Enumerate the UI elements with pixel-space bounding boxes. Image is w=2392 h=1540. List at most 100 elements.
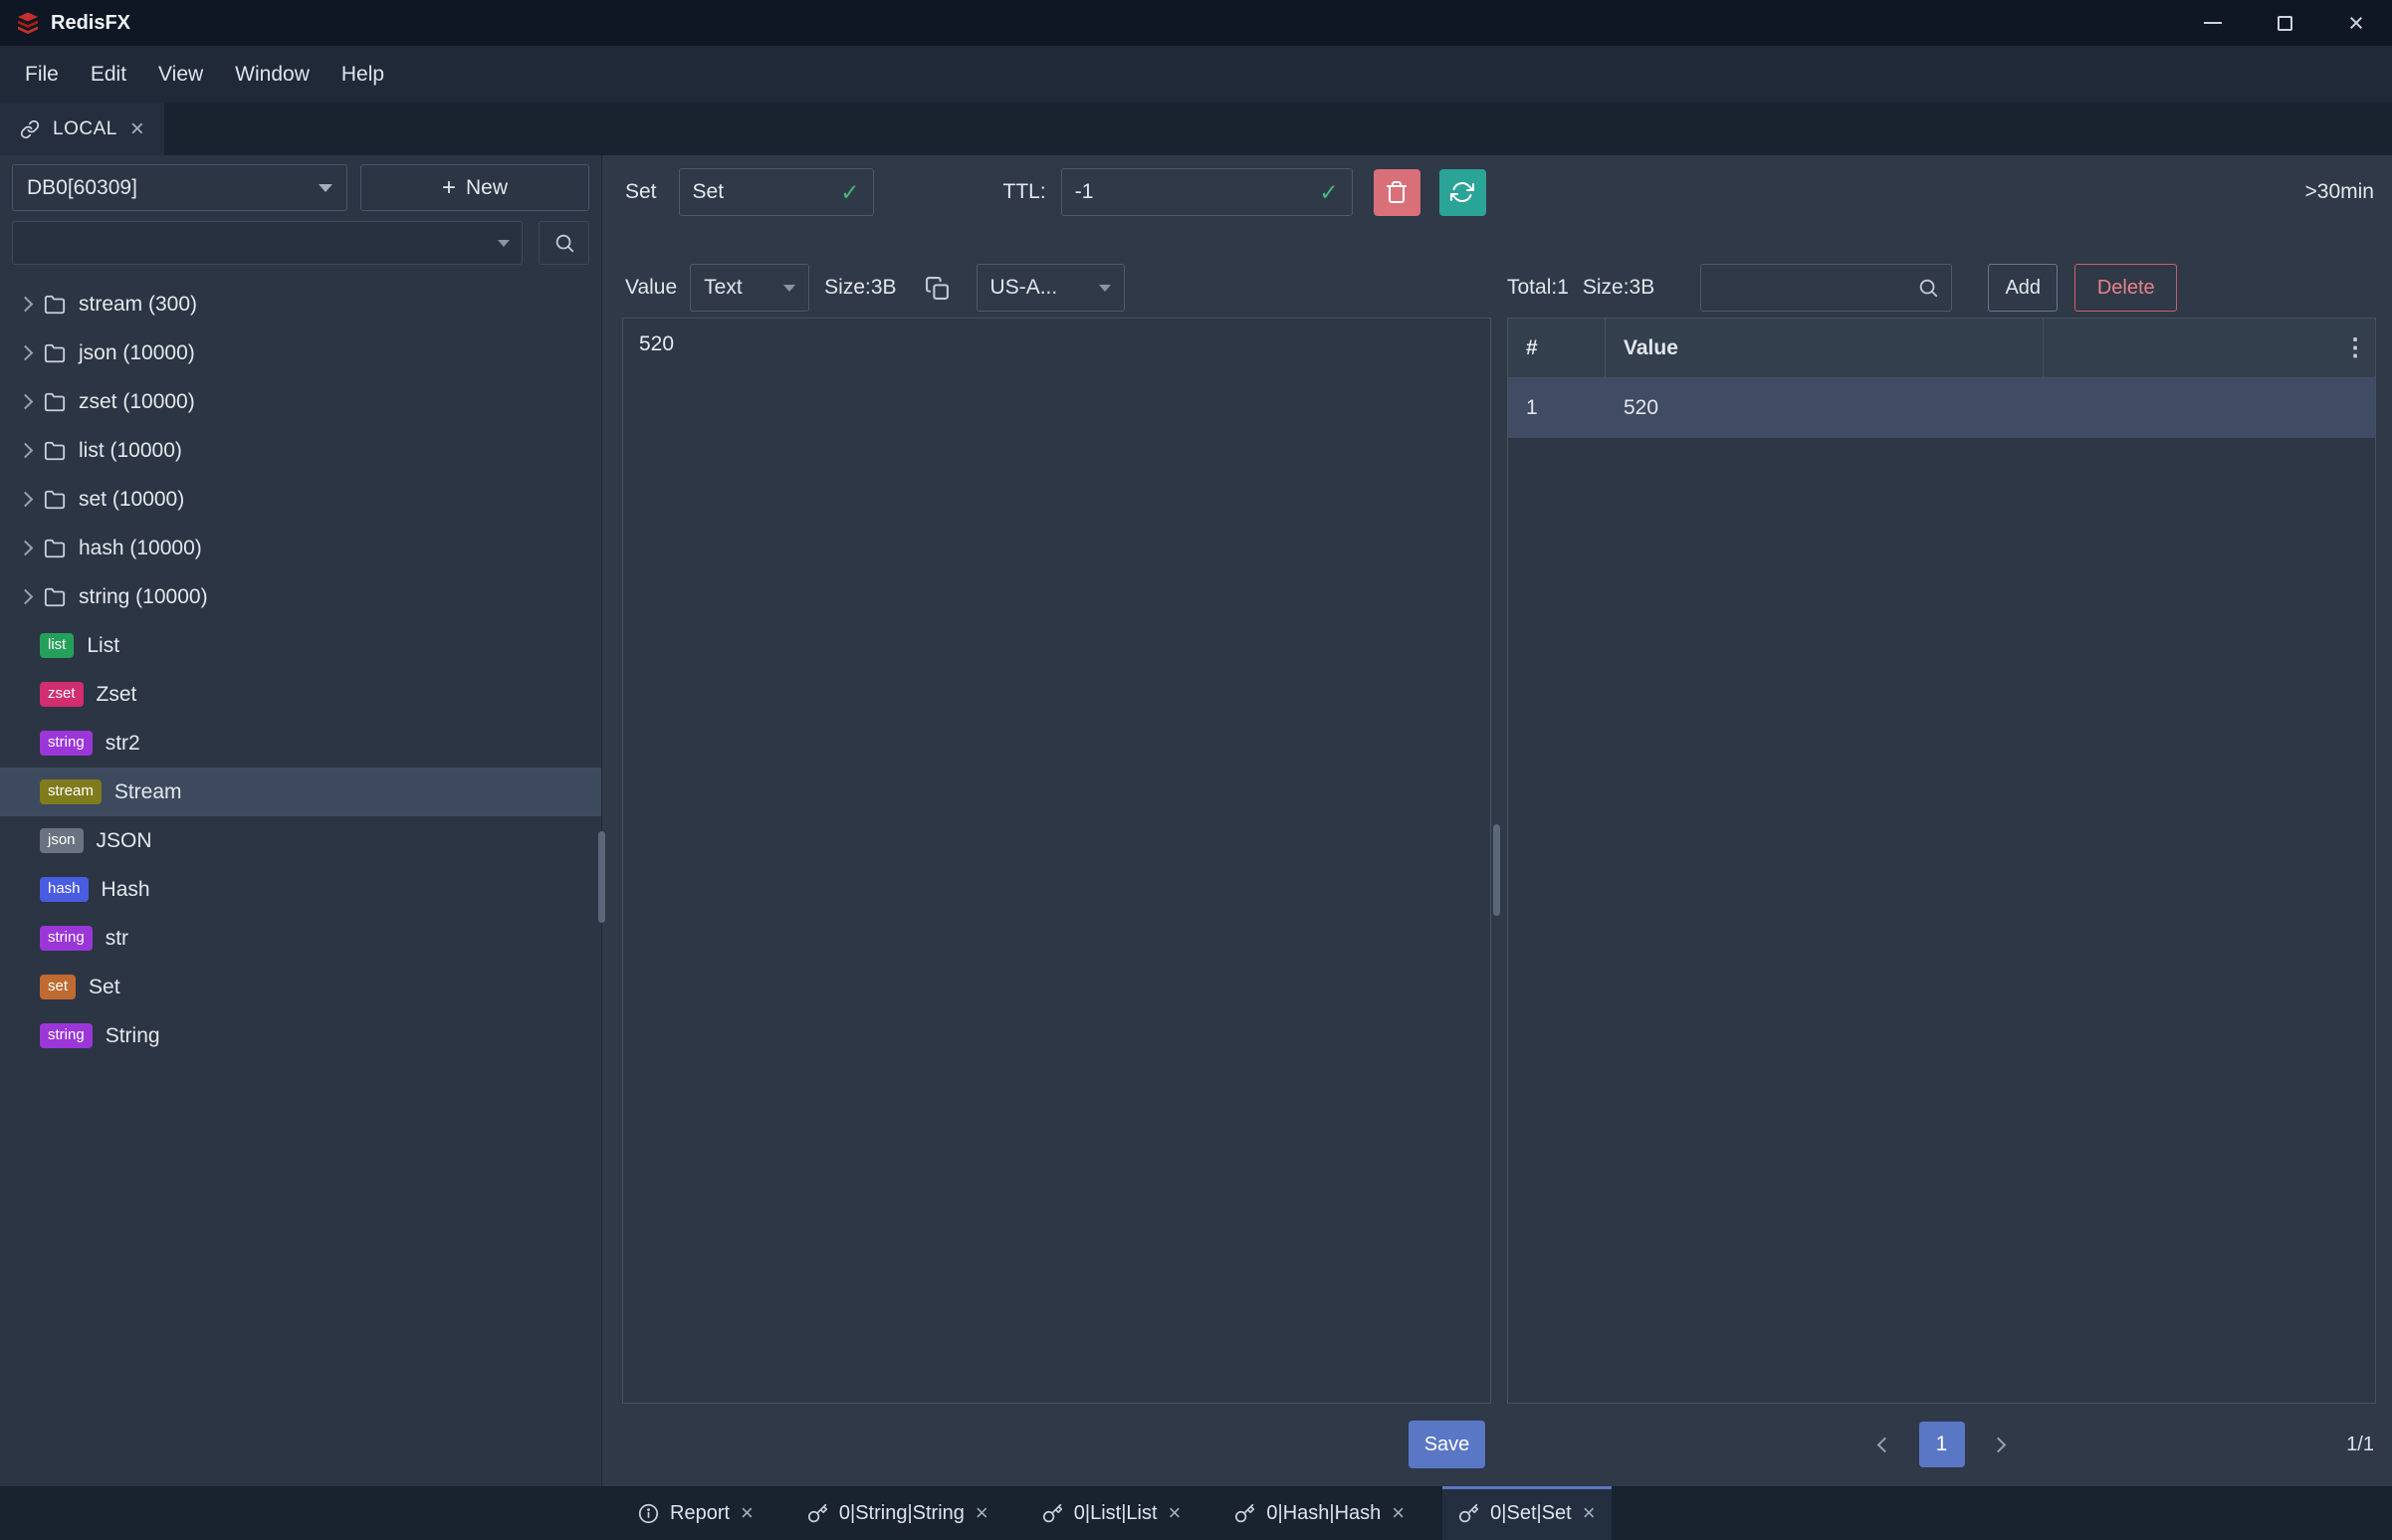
chevron-right-icon[interactable] [18,297,34,313]
members-search-input[interactable] [1713,277,1917,300]
connection-tab-label: LOCAL [53,118,117,140]
key-name-field[interactable]: ✓ [679,168,874,216]
new-key-button-label: New [466,176,508,200]
key-name-input[interactable] [693,180,833,204]
key-item-set[interactable]: set Set [0,963,601,1011]
delete-member-button[interactable]: Delete [2074,264,2177,312]
connection-tab-bar: LOCAL × [0,103,2392,155]
chevron-right-icon[interactable] [18,541,34,556]
tab-set-set-active[interactable]: 0|Set|Set × [1442,1486,1611,1540]
tab-close-icon[interactable]: × [741,1502,754,1524]
add-member-button[interactable]: Add [1988,264,2058,312]
key-icon [1042,1503,1063,1524]
tab-label: 0|String|String [839,1502,965,1525]
refresh-icon [1450,180,1474,204]
tab-string-string[interactable]: 0|String|String × [791,1486,1004,1540]
column-header-extra: ⋮ [2044,319,2375,377]
members-search-field[interactable] [1700,264,1952,312]
current-page-button[interactable]: 1 [1919,1422,1965,1467]
key-item-list[interactable]: list List [0,621,601,670]
value-size-label: Size:3B [824,276,896,300]
key-item-str[interactable]: string str [0,914,601,963]
menu-view[interactable]: View [142,46,219,103]
members-table: # Value ⋮ 1 520 [1507,318,2376,1404]
key-item-str2[interactable]: string str2 [0,719,601,768]
tab-close-icon[interactable]: × [1392,1502,1405,1524]
confirm-check-icon[interactable]: ✓ [840,179,859,206]
db-selector[interactable]: DB0[60309] [12,164,347,211]
tree-folder-list[interactable]: list (10000) [0,426,601,475]
table-row[interactable]: 1 520 [1508,378,2375,439]
delete-key-button[interactable] [1374,169,1420,216]
maximize-icon [2278,16,2292,31]
confirm-check-icon[interactable]: ✓ [1319,179,1338,206]
type-badge-string: string [40,1023,93,1048]
maximize-button[interactable] [2249,0,2320,46]
type-badge-list: list [40,633,74,658]
tree-folder-label: string (10000) [79,585,208,609]
close-button[interactable]: × [2320,0,2392,46]
type-badge-set: set [40,975,76,999]
value-editor[interactable]: 520 [622,318,1491,1404]
key-item-label: JSON [97,829,152,853]
folder-icon [44,294,66,316]
menu-help[interactable]: Help [326,46,400,103]
chevron-right-icon[interactable] [18,492,34,508]
chevron-right-icon[interactable] [18,589,34,605]
menu-window[interactable]: Window [219,46,326,103]
key-item-zset[interactable]: zset Zset [0,670,601,719]
tree-folder-stream[interactable]: stream (300) [0,280,601,329]
ttl-input[interactable] [1075,180,1312,204]
key-item-string[interactable]: string String [0,1011,601,1060]
key-item-label: List [87,634,119,658]
key-filter-input[interactable] [25,232,498,255]
tree-folder-zset[interactable]: zset (10000) [0,377,601,426]
key-filter-combo[interactable] [12,221,523,265]
panes-splitter-handle[interactable] [1493,824,1500,916]
value-encoding-select[interactable]: US-A... [977,264,1125,312]
refresh-key-button[interactable] [1439,169,1486,216]
key-item-hash[interactable]: hash Hash [0,865,601,914]
members-pagination: 1 1/1 [1507,1421,2376,1468]
tree-folder-label: set (10000) [79,488,184,512]
key-item-stream-selected[interactable]: stream Stream [0,768,601,816]
chevron-down-icon[interactable] [498,240,510,247]
copy-value-button[interactable] [925,276,950,301]
search-icon [553,232,575,254]
tree-folder-set[interactable]: set (10000) [0,475,601,524]
key-item-json[interactable]: json JSON [0,816,601,865]
connection-tab-local[interactable]: LOCAL × [0,103,164,155]
chevron-right-icon[interactable] [18,345,34,361]
sidebar-splitter-handle[interactable] [598,831,605,923]
value-format-select[interactable]: Text [690,264,809,312]
ttl-field[interactable]: ✓ [1061,168,1353,216]
menu-edit[interactable]: Edit [75,46,142,103]
tree-folder-hash[interactable]: hash (10000) [0,524,601,572]
folder-icon [44,586,66,608]
tree-folder-string[interactable]: string (10000) [0,572,601,621]
redisfx-window: RedisFX × File Edit View Window Help LOC… [0,0,2392,1540]
chevron-right-icon[interactable] [18,443,34,459]
tab-close-icon[interactable]: × [1583,1502,1596,1524]
tree-folder-json[interactable]: json (10000) [0,329,601,377]
key-search-button[interactable] [539,221,589,265]
new-key-button[interactable]: + New [360,164,589,211]
key-item-label: Zset [97,683,137,707]
tab-report[interactable]: Report × [622,1486,769,1540]
column-header-index[interactable]: # [1508,319,1606,377]
tab-hash-hash[interactable]: 0|Hash|Hash × [1218,1486,1420,1540]
minimize-button[interactable] [2177,0,2249,46]
title-bar: RedisFX × [0,0,2392,46]
key-icon [807,1503,828,1524]
connection-tab-close-icon[interactable]: × [130,117,145,141]
prev-page-button[interactable] [1865,1425,1905,1464]
chevron-right-icon[interactable] [18,394,34,410]
tab-close-icon[interactable]: × [976,1502,988,1524]
column-header-value[interactable]: Value [1606,319,2044,377]
tab-list-list[interactable]: 0|List|List × [1026,1486,1197,1540]
menu-file[interactable]: File [9,46,75,103]
save-button[interactable]: Save [1409,1421,1485,1468]
tab-close-icon[interactable]: × [1169,1502,1182,1524]
kebab-menu-icon[interactable]: ⋮ [2343,333,2367,362]
next-page-button[interactable] [1979,1425,2019,1464]
